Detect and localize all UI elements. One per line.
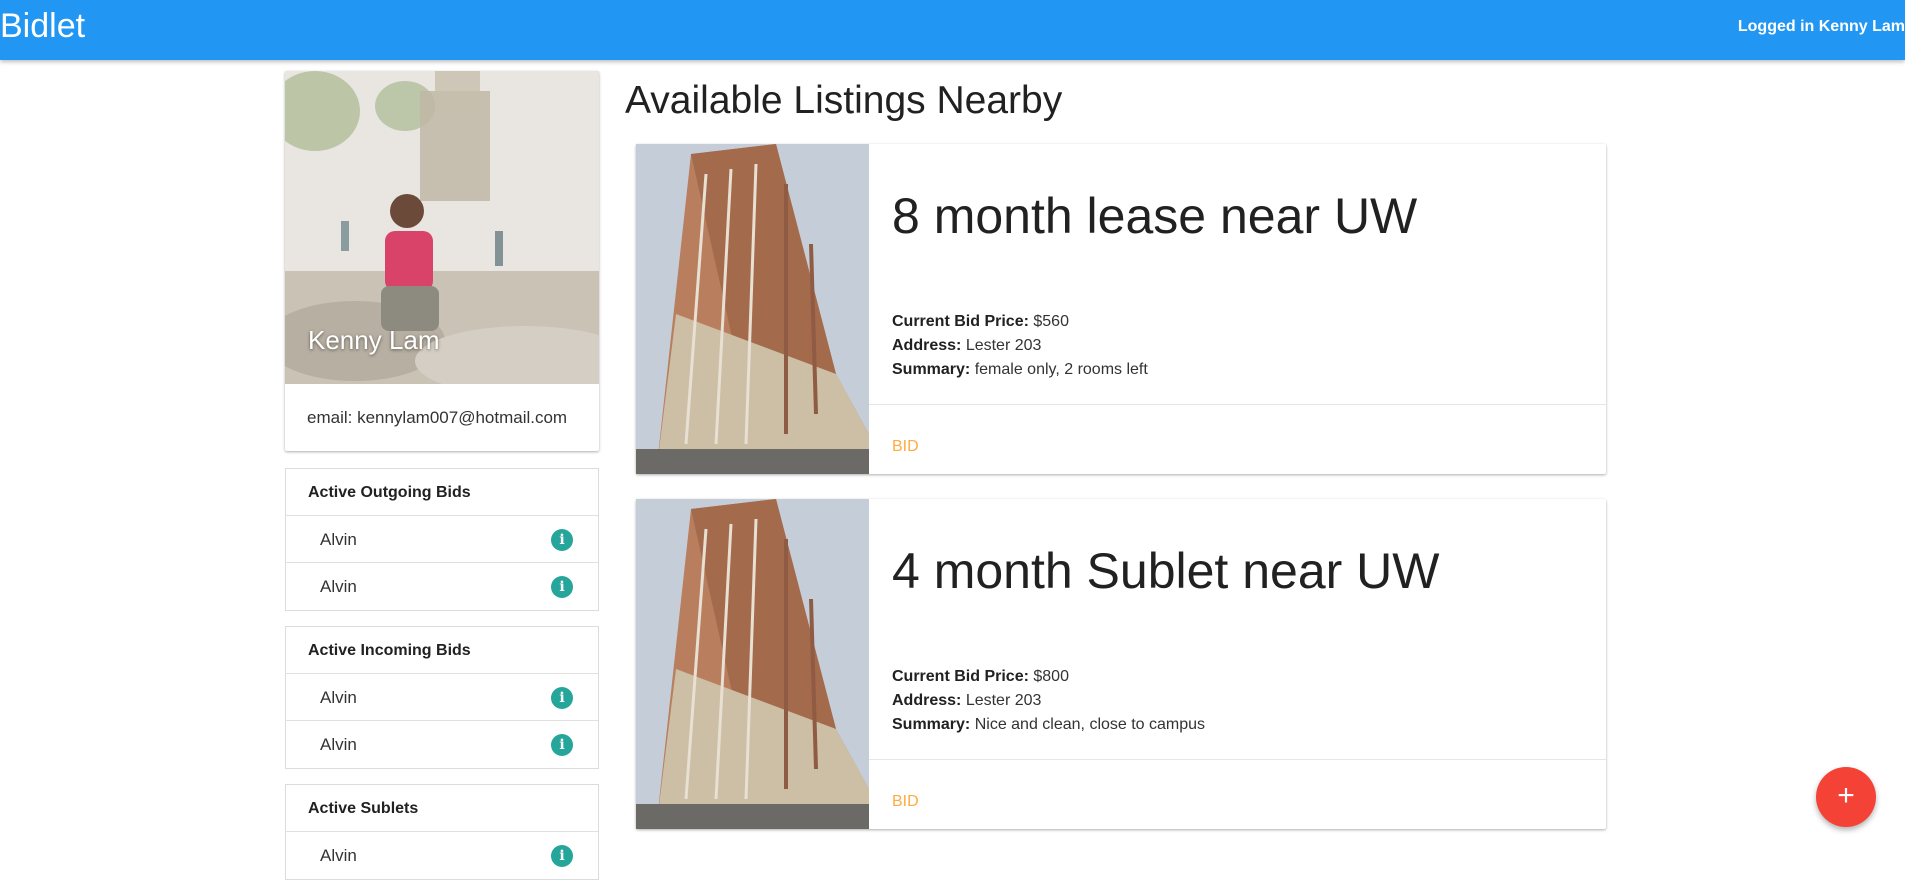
- price-label: Current Bid Price:: [892, 313, 1029, 330]
- summary-value: female only, 2 rooms left: [974, 361, 1148, 378]
- listing-address: Address: Lester 203: [892, 336, 1041, 356]
- bid-item-label: Alvin: [320, 688, 357, 707]
- listing-title: 8 month lease near UW: [892, 188, 1418, 244]
- card-divider: [869, 759, 1606, 760]
- sublets-panel: Active Sublets Alvin i: [285, 784, 599, 880]
- listing-card: 4 month Sublet near UW Current Bid Price…: [636, 499, 1606, 829]
- profile-card: Kenny Lam email: kennylam007@hotmail.com: [285, 71, 599, 451]
- profile-name: Kenny Lam: [308, 325, 440, 355]
- summary-label: Summary:: [892, 361, 971, 378]
- listing-address: Address: Lester 203: [892, 691, 1041, 711]
- info-icon[interactable]: i: [551, 845, 573, 867]
- listing-price: Current Bid Price: $560: [892, 312, 1069, 332]
- outgoing-bids-panel: Active Outgoing Bids Alvin i Alvin i: [285, 468, 599, 611]
- info-icon[interactable]: i: [551, 529, 573, 551]
- price-value: $560: [1033, 313, 1069, 330]
- plus-icon: +: [1837, 779, 1855, 812]
- info-icon[interactable]: i: [551, 576, 573, 598]
- brand-logo[interactable]: Bidlet: [0, 5, 85, 47]
- building-image: [636, 144, 869, 474]
- page-title: Available Listings Nearby: [625, 79, 1063, 122]
- listing-card: 8 month lease near UW Current Bid Price:…: [636, 144, 1606, 474]
- profile-email: email: kennylam007@hotmail.com: [307, 408, 568, 427]
- outgoing-bid-item[interactable]: Alvin i: [286, 563, 598, 610]
- address-label: Address:: [892, 692, 962, 709]
- bid-button[interactable]: BID: [892, 437, 919, 457]
- address-label: Address:: [892, 337, 962, 354]
- outgoing-bid-item[interactable]: Alvin i: [286, 516, 598, 563]
- bid-item-label: Alvin: [320, 577, 357, 596]
- listing-title: 4 month Sublet near UW: [892, 543, 1440, 599]
- top-navbar: Bidlet Logged in Kenny Lam: [0, 0, 1905, 60]
- info-icon[interactable]: i: [551, 734, 573, 756]
- price-value: $800: [1033, 668, 1069, 685]
- summary-value: Nice and clean, close to campus: [974, 716, 1206, 733]
- sublet-item[interactable]: Alvin i: [286, 832, 598, 879]
- add-listing-button[interactable]: +: [1816, 767, 1876, 827]
- outgoing-bids-header: Active Outgoing Bids: [286, 469, 598, 516]
- listing-price: Current Bid Price: $800: [892, 667, 1069, 687]
- listing-photo: [636, 144, 869, 474]
- bid-item-label: Alvin: [320, 530, 357, 549]
- incoming-bid-item[interactable]: Alvin i: [286, 721, 598, 768]
- incoming-bids-header: Active Incoming Bids: [286, 627, 598, 674]
- listing-summary: Summary: Nice and clean, close to campus: [892, 715, 1205, 735]
- sublets-header: Active Sublets: [286, 785, 598, 832]
- address-value: Lester 203: [965, 337, 1042, 354]
- incoming-bid-item[interactable]: Alvin i: [286, 674, 598, 721]
- price-label: Current Bid Price:: [892, 668, 1029, 685]
- building-image: [636, 499, 869, 829]
- logged-in-status[interactable]: Logged in Kenny Lam: [1738, 17, 1905, 37]
- incoming-bids-panel: Active Incoming Bids Alvin i Alvin i: [285, 626, 599, 769]
- bid-button[interactable]: BID: [892, 792, 919, 812]
- listing-summary: Summary: female only, 2 rooms left: [892, 360, 1148, 380]
- profile-photo: Kenny Lam: [285, 71, 599, 384]
- listing-photo: [636, 499, 869, 829]
- address-value: Lester 203: [965, 692, 1042, 709]
- sublet-item-label: Alvin: [320, 846, 357, 865]
- card-divider: [869, 404, 1606, 405]
- info-icon[interactable]: i: [551, 687, 573, 709]
- bid-item-label: Alvin: [320, 735, 357, 754]
- summary-label: Summary:: [892, 716, 971, 733]
